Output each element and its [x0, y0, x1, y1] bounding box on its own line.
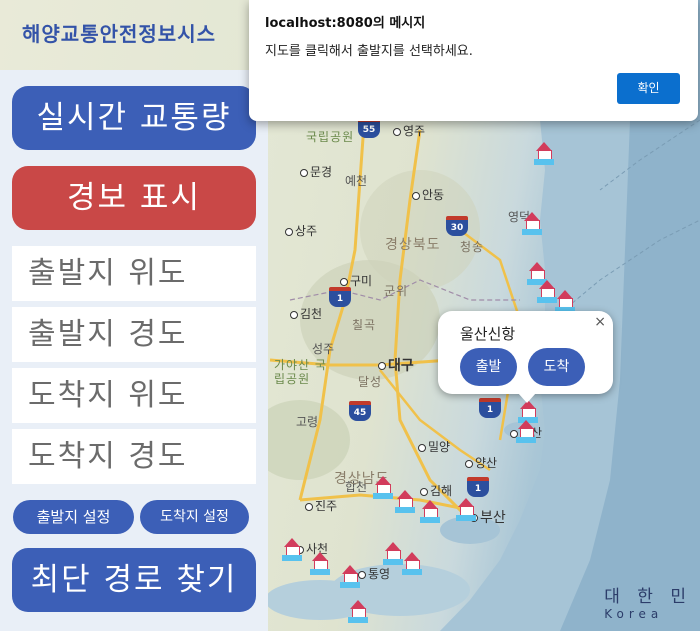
- port-marker-icon[interactable]: [310, 552, 330, 578]
- city-label-gimhae: 김해: [420, 482, 452, 499]
- close-icon[interactable]: ×: [594, 314, 606, 330]
- route-shield-icon: 1: [329, 287, 351, 307]
- city-label-yangsan: 양산: [465, 454, 497, 471]
- realtime-traffic-button[interactable]: 실시간 교통량: [12, 86, 256, 150]
- region-gunwi: 군위: [384, 284, 409, 298]
- city-dot-icon: [412, 191, 420, 200]
- popup-departure-button[interactable]: 출발: [460, 348, 517, 386]
- departure-lng-input[interactable]: 출발지 경도: [12, 307, 256, 362]
- port-marker-icon[interactable]: [522, 212, 542, 238]
- region-cheongsong: 청송: [460, 240, 485, 254]
- alert-ok-button[interactable]: 확인: [617, 73, 680, 104]
- popup-arrival-button[interactable]: 도착: [528, 348, 585, 386]
- city-dot-icon: [418, 443, 426, 452]
- port-marker-icon[interactable]: [537, 280, 557, 306]
- city-label-daegu: 대구: [378, 355, 414, 375]
- city-label-jinju: 진주: [305, 497, 337, 514]
- city-dot-icon: [305, 502, 313, 511]
- arrival-lng-input[interactable]: 도착지 경도: [12, 429, 256, 484]
- city-dot-icon: [465, 459, 473, 468]
- city-label-goryeong: 고령: [296, 415, 319, 429]
- route-shield-icon: 30: [446, 216, 468, 236]
- port-marker-icon[interactable]: [373, 476, 393, 502]
- city-label-gimcheon: 김천: [290, 305, 322, 322]
- popup-pointer: [518, 393, 536, 403]
- port-marker-icon[interactable]: [383, 542, 403, 568]
- port-marker-icon[interactable]: [420, 500, 440, 526]
- control-panel: 실시간 교통량 경보 표시 출발지 위도 출발지 경도 도착지 위도 도착지 경…: [0, 70, 268, 631]
- region-dalseong: 달성: [358, 375, 383, 389]
- route-shield-icon: 45: [349, 401, 371, 421]
- city-label-yecheon: 예천: [345, 174, 368, 188]
- port-marker-icon[interactable]: [402, 552, 422, 578]
- city-label-sangju: 상주: [285, 222, 317, 239]
- port-marker-icon[interactable]: [534, 142, 554, 168]
- route-shield-icon: 1: [467, 477, 489, 497]
- port-marker-icon[interactable]: [282, 538, 302, 564]
- port-marker-icon[interactable]: [348, 600, 368, 626]
- port-marker-icon[interactable]: [340, 565, 360, 591]
- city-label-mungyeong: 문경: [300, 163, 332, 180]
- set-arrival-button[interactable]: 도착지 설정: [140, 500, 249, 534]
- region-chilgok: 칠곡: [352, 318, 377, 332]
- city-dot-icon: [290, 310, 298, 319]
- region-gayasan-park: 가야산 국립공원: [274, 358, 327, 386]
- city-dot-icon: [393, 127, 401, 136]
- port-marker-icon[interactable]: [516, 420, 536, 446]
- alert-dialog: localhost:8080의 메시지 지도를 클릭해서 출발지를 선택하세요.…: [249, 0, 698, 121]
- route-shield-icon: 55: [358, 118, 380, 138]
- city-dot-icon: [420, 487, 428, 496]
- departure-lat-input[interactable]: 출발지 위도: [12, 246, 256, 301]
- city-dot-icon: [340, 277, 348, 286]
- arrival-lat-input[interactable]: 도착지 위도: [12, 368, 256, 423]
- region-gyeongbuk: 경상북도: [385, 237, 441, 253]
- city-label-seongju: 성주: [312, 342, 335, 356]
- port-popup: 울산신항 × 출발 도착: [438, 311, 613, 403]
- shortest-route-button[interactable]: 최단 경로 찾기: [12, 548, 256, 612]
- set-departure-button[interactable]: 출발지 설정: [13, 500, 134, 534]
- country-label: 대 한 민 Korea: [604, 587, 692, 621]
- city-label-yeongju: 영주: [393, 122, 425, 139]
- alert-message: 지도를 클릭해서 출발지를 선택하세요.: [265, 44, 473, 59]
- city-label-andong: 안동: [412, 186, 444, 203]
- region-national-park: 국립공원: [306, 130, 355, 144]
- port-marker-icon[interactable]: [456, 498, 476, 524]
- app-title: 해양교통안전정보시스: [22, 22, 216, 46]
- popup-title: 울산신항: [460, 325, 516, 343]
- route-shield-icon: 1: [479, 398, 501, 418]
- city-dot-icon: [300, 168, 308, 177]
- port-marker-icon[interactable]: [395, 490, 415, 516]
- alert-origin: localhost:8080의 메시지: [265, 16, 426, 31]
- city-dot-icon: [285, 227, 293, 236]
- city-label-miryang: 밀양: [418, 438, 450, 455]
- city-dot-icon: [378, 362, 386, 370]
- warning-display-button[interactable]: 경보 표시: [12, 166, 256, 230]
